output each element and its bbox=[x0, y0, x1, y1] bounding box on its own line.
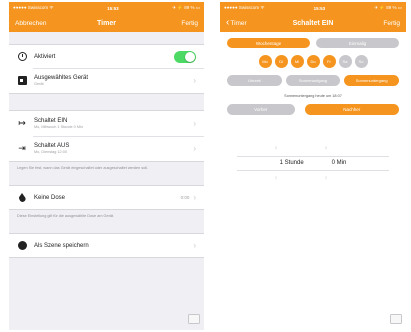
chevron-left-icon: ‹ bbox=[226, 17, 230, 28]
status-carrier: ●●●●● Swisscom ᯤ bbox=[224, 5, 265, 10]
tab-weekdays[interactable]: Wochentage bbox=[227, 38, 310, 48]
toggle-knob bbox=[185, 51, 195, 62]
chevron-right-icon: › bbox=[193, 193, 196, 202]
offset-picker[interactable]: 0 0 1 Stunde 0 Min 2 2 bbox=[227, 129, 399, 189]
done-button[interactable]: Fertig bbox=[181, 20, 198, 27]
row-device-sub: Gerät bbox=[34, 82, 44, 86]
picker-faint-below: 2 bbox=[275, 175, 278, 180]
status-bar: ●●●●● Swisscom ᯤ 15:53 ✈ ⚡ 89 % ▭ bbox=[9, 2, 204, 14]
calendar-icon bbox=[17, 76, 27, 86]
status-battery: ✈ ⚡ 89 % ▭ bbox=[374, 5, 402, 10]
day-di[interactable]: Di bbox=[274, 55, 288, 68]
picker-faint-below-min: 2 bbox=[325, 175, 328, 180]
drop-icon bbox=[17, 193, 27, 203]
row-switch-on-label: Schaltet EIN bbox=[34, 118, 68, 124]
picker-faint-above-min: 0 bbox=[325, 145, 328, 150]
row-none[interactable]: Keine Dose 0:00 › bbox=[9, 186, 204, 209]
row-active: Aktiviert bbox=[9, 45, 204, 68]
back-label: Timer bbox=[230, 19, 247, 27]
picker-minutes[interactable]: 0 Min bbox=[332, 160, 347, 166]
nav-bar: ‹ Timer Schaltet EIN Fertig bbox=[220, 14, 406, 32]
settings-group-switch: ↦ Schaltet EIN Mo, Mittwoch 1 Stunde 0 M… bbox=[9, 110, 204, 162]
page-title: Schaltet EIN bbox=[292, 19, 334, 27]
chevron-right-icon: › bbox=[193, 241, 196, 250]
active-toggle[interactable] bbox=[174, 50, 196, 63]
day-sa[interactable]: Sa bbox=[338, 55, 352, 68]
keyboard-icon bbox=[188, 314, 200, 324]
picker-faint-above: 0 bbox=[275, 145, 278, 150]
mode-segment: Wochentage Einmalig bbox=[227, 38, 399, 48]
row-device-label: Ausgewähltes Gerät bbox=[34, 75, 89, 81]
sunset-hint: Sonnenuntergang heute um 18:07 bbox=[284, 94, 342, 98]
tab-once[interactable]: Einmalig bbox=[316, 38, 399, 48]
tab-sunset[interactable]: Sonnenuntergang bbox=[344, 75, 400, 86]
arrow-right-bar-icon: ↦ bbox=[18, 118, 26, 128]
status-time: 15:53 bbox=[107, 5, 119, 11]
arrow-left-bar-icon: ⇥ bbox=[18, 143, 26, 153]
day-mi[interactable]: Mi bbox=[290, 55, 304, 68]
chevron-right-icon: › bbox=[193, 76, 196, 85]
stage: ●●●●● Swisscom ᯤ 15:53 ✈ ⚡ 89 % ▭ Abbrec… bbox=[0, 0, 411, 332]
day-fr[interactable]: Fr bbox=[322, 55, 336, 68]
row-switch-off[interactable]: ⇥ Schaltet AUS Mo, Dienstag 12:00 › bbox=[9, 136, 204, 161]
row-none-label: Keine Dose bbox=[34, 194, 66, 201]
row-none-value: 0:00 bbox=[180, 195, 190, 200]
status-carrier: ●●●●● Swisscom ᯤ bbox=[13, 5, 54, 10]
day-selector: Mo Di Mi Do Fr Sa So bbox=[227, 55, 399, 68]
chevron-right-icon: › bbox=[193, 119, 196, 128]
back-button[interactable]: ‹ Timer bbox=[226, 17, 247, 28]
settings-group-save: Als Szene speichern › bbox=[9, 233, 204, 258]
chevron-right-icon: › bbox=[193, 144, 196, 153]
picker-selection: 1 Stunde 0 Min bbox=[227, 157, 399, 169]
day-mo[interactable]: Mo bbox=[258, 55, 272, 68]
tab-after[interactable]: Nachher bbox=[304, 104, 399, 115]
done-button[interactable]: Fertig bbox=[383, 20, 400, 27]
tab-before[interactable]: Vorher bbox=[227, 104, 295, 115]
clock-icon bbox=[17, 52, 27, 62]
settings-group-none: Keine Dose 0:00 › bbox=[9, 185, 204, 210]
row-save-scene[interactable]: Als Szene speichern › bbox=[9, 234, 204, 257]
switch-note: Legen Sie fest, wann das Gerät eingescha… bbox=[17, 166, 149, 170]
day-do[interactable]: Do bbox=[306, 55, 320, 68]
row-switch-off-label: Schaltet AUS bbox=[34, 143, 70, 149]
row-device[interactable]: Ausgewähltes Gerät Gerät › bbox=[9, 68, 204, 93]
row-switch-on[interactable]: ↦ Schaltet EIN Mo, Mittwoch 1 Stunde 0 M… bbox=[9, 111, 204, 136]
time-type-segment: Uhrzeit Sonnenaufgang Sonnenuntergang bbox=[227, 75, 400, 86]
status-bar: ●●●●● Swisscom ᯤ 15:53 ✈ ⚡ 89 % ▭ bbox=[220, 2, 406, 14]
none-note: Diese Einstellung gilt für die ausgewähl… bbox=[17, 214, 115, 218]
row-switch-off-sub: Mo, Dienstag 12:00 bbox=[34, 150, 67, 154]
keyboard-icon bbox=[390, 314, 402, 324]
nav-bar: Abbrechen Timer Fertig bbox=[9, 14, 204, 32]
day-so[interactable]: So bbox=[354, 55, 368, 68]
tab-sunrise[interactable]: Sonnenaufgang bbox=[285, 75, 341, 86]
offset-segment: Vorher Nachher bbox=[227, 104, 399, 115]
switch-on-screen: ●●●●● Swisscom ᯤ 15:53 ✈ ⚡ 89 % ▭ ‹ Time… bbox=[220, 2, 406, 330]
row-save-label: Als Szene speichern bbox=[34, 242, 89, 249]
settings-group-main: Aktiviert Ausgewähltes Gerät Gerät › bbox=[9, 44, 204, 94]
picker-hours[interactable]: 1 Stunde bbox=[280, 160, 304, 166]
dot-icon bbox=[17, 241, 27, 251]
row-active-label: Aktiviert bbox=[34, 53, 56, 60]
timer-screen: ●●●●● Swisscom ᯤ 15:53 ✈ ⚡ 89 % ▭ Abbrec… bbox=[9, 2, 204, 330]
row-switch-on-sub: Mo, Mittwoch 1 Stunde 0 Min bbox=[34, 125, 83, 129]
status-time: 15:53 bbox=[313, 5, 326, 11]
cancel-button[interactable]: Abbrechen bbox=[15, 20, 46, 27]
tab-time[interactable]: Uhrzeit bbox=[227, 75, 282, 86]
status-battery: ✈ ⚡ 89 % ▭ bbox=[172, 5, 200, 10]
